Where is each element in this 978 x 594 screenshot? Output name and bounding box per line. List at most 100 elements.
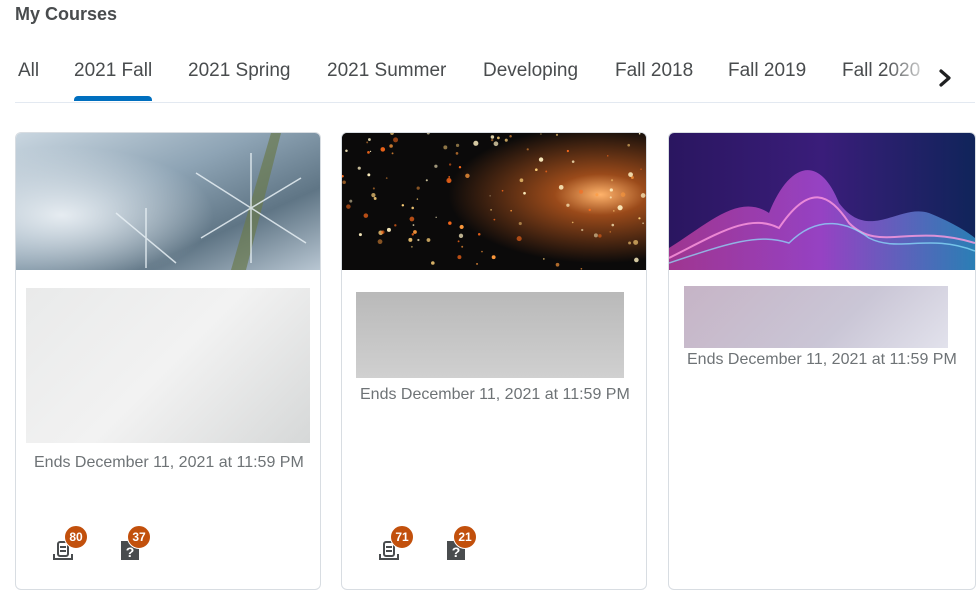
spark-dot <box>607 155 609 157</box>
spark-dot <box>457 255 462 260</box>
spark-dot <box>526 148 529 151</box>
spark-dot <box>518 221 522 226</box>
course-card[interactable]: Ends December 11, 2021 at 11:59 PM 71 ? … <box>341 132 647 590</box>
spark-dot <box>345 149 348 153</box>
spark-dot <box>431 261 435 265</box>
spark-dot <box>425 179 428 182</box>
spark-dot <box>342 180 346 185</box>
spark-dot <box>380 147 386 152</box>
spark-dot <box>411 233 414 236</box>
spark-dot <box>455 152 459 155</box>
notification-badge: 21 <box>453 525 477 549</box>
spark-dot <box>389 144 393 148</box>
notification-badge: 71 <box>390 525 414 549</box>
spark-dot <box>504 138 508 142</box>
spark-dot <box>457 240 460 243</box>
tab-developing[interactable]: Developing <box>483 60 578 82</box>
spark-dot <box>455 143 460 148</box>
spark-dot <box>497 136 500 140</box>
tab-fall-2019[interactable]: Fall 2019 <box>728 60 806 82</box>
sparks-image <box>342 133 646 270</box>
chevron-right-icon[interactable] <box>935 66 955 90</box>
spark-dot <box>609 231 611 233</box>
spark-dot <box>349 199 353 203</box>
spark-dot <box>640 193 646 198</box>
spark-dot <box>412 224 415 226</box>
spark-dot <box>638 217 641 220</box>
spark-dot <box>435 216 437 219</box>
course-title-placeholder <box>356 292 624 378</box>
spark-dot <box>491 255 496 260</box>
frost-snowflake-image <box>16 133 320 270</box>
tab-2021-fall[interactable]: 2021 Fall <box>74 60 153 101</box>
spark-dot <box>401 204 405 207</box>
quiz-notification[interactable]: ? 37 <box>117 525 151 564</box>
spark-dot <box>448 221 452 225</box>
semester-tabs: All 2021 Fall 2021 Spring 2021 Summer De… <box>15 48 975 103</box>
spark-dot <box>588 208 591 212</box>
spark-dot <box>461 245 464 248</box>
spark-dot <box>458 233 464 238</box>
spark-dot <box>617 205 623 211</box>
spark-dot <box>633 239 639 245</box>
spark-dot <box>595 193 599 197</box>
spark-dot <box>408 237 413 242</box>
spark-dot <box>634 257 639 263</box>
assignments-notification[interactable]: 71 <box>377 525 414 564</box>
spark-dot <box>346 204 351 209</box>
tab-2021-spring[interactable]: 2021 Spring <box>188 60 290 82</box>
spark-dot <box>540 133 542 135</box>
spark-dot <box>613 210 615 212</box>
spark-dot <box>501 189 504 192</box>
spark-dot <box>609 188 613 192</box>
quiz-notification[interactable]: ? 21 <box>443 525 477 564</box>
spark-dot <box>523 191 526 195</box>
spark-dot <box>555 133 559 136</box>
spark-dot <box>628 241 631 245</box>
spark-dot <box>609 196 612 199</box>
spark-dot <box>373 197 377 200</box>
spark-dot <box>434 164 438 168</box>
course-title-placeholder <box>26 288 310 443</box>
spark-dot <box>642 222 645 225</box>
spark-dot <box>566 203 570 207</box>
spark-dot <box>610 179 614 182</box>
spark-dot <box>490 208 492 211</box>
digital-waves-image <box>669 133 975 270</box>
spark-dot <box>477 232 481 236</box>
spark-dot <box>366 141 369 144</box>
spark-dot <box>417 238 420 242</box>
assignments-notification[interactable]: 80 <box>51 525 88 564</box>
course-card[interactable]: Ends December 11, 2021 at 11:59 PM 80 ? … <box>15 132 321 590</box>
spark-dot <box>543 258 545 260</box>
spark-dot <box>358 233 362 237</box>
course-card[interactable]: Ends December 11, 2021 at 11:59 PM <box>668 132 976 590</box>
spark-dot <box>458 165 462 169</box>
spark-dot <box>490 135 495 139</box>
spark-dot <box>473 140 479 146</box>
spark-dot <box>481 250 483 253</box>
spark-dot <box>620 192 626 197</box>
spark-dot <box>516 236 522 242</box>
spark-dot <box>416 198 419 200</box>
spark-dot <box>367 173 371 177</box>
spark-dot <box>538 157 544 162</box>
spark-dot <box>459 224 464 230</box>
course-end-date: Ends December 11, 2021 at 11:59 PM <box>34 454 304 471</box>
spark-dot <box>409 216 415 222</box>
spark-dot <box>493 218 496 221</box>
spark-dot <box>519 178 524 183</box>
tab-2021-summer[interactable]: 2021 Summer <box>327 60 446 82</box>
tab-fall-2018[interactable]: Fall 2018 <box>615 60 693 82</box>
spark-dot <box>371 193 376 198</box>
spark-dot <box>357 166 361 170</box>
spark-dot <box>628 172 633 177</box>
spark-dot <box>377 239 383 245</box>
spark-dot <box>571 160 575 163</box>
tab-all[interactable]: All <box>18 60 39 82</box>
spark-dot <box>386 227 391 232</box>
spark-dot <box>363 213 369 218</box>
course-end-date: Ends December 11, 2021 at 11:59 PM <box>687 351 957 368</box>
spark-dot <box>509 135 512 138</box>
spark-dot <box>448 176 451 178</box>
